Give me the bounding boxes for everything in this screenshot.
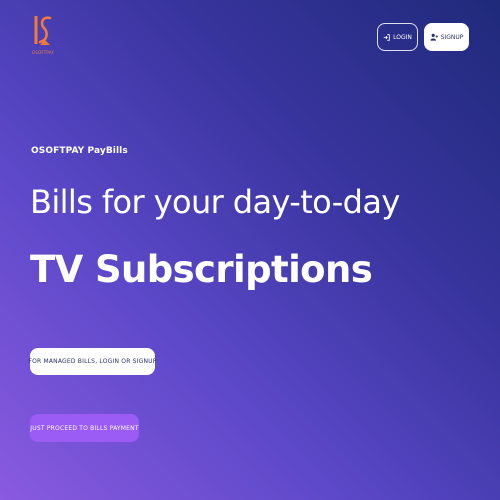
proceed-to-payment-button[interactable]: JUST PROCEED TO BILLS PAYMENT [30,414,139,442]
signup-label: SIGNUP [440,33,464,41]
page: OSOFTPAY LOGIN SIGNUP OSOFTPAY PayBills … [0,0,500,500]
brand-logo[interactable]: OSOFTPAY [30,14,56,60]
login-label: LOGIN [393,33,412,41]
logo-caption: OSOFTPAY [31,50,55,55]
hero-eyebrow: OSOFTPAY PayBills [31,146,128,156]
login-button[interactable]: LOGIN [377,23,418,51]
signup-button[interactable]: SIGNUP [424,23,469,51]
hero-headline-emphasis: TV Subscriptions [30,248,373,291]
user-plus-icon [430,33,438,41]
login-arrow-icon [383,33,390,41]
osoftpay-logo-icon [34,16,52,45]
managed-bills-button[interactable]: FOR MANAGED BILLS, LOGIN OR SIGNUP [28,348,156,375]
hero-headline: Bills for your day-to-day [30,183,400,221]
